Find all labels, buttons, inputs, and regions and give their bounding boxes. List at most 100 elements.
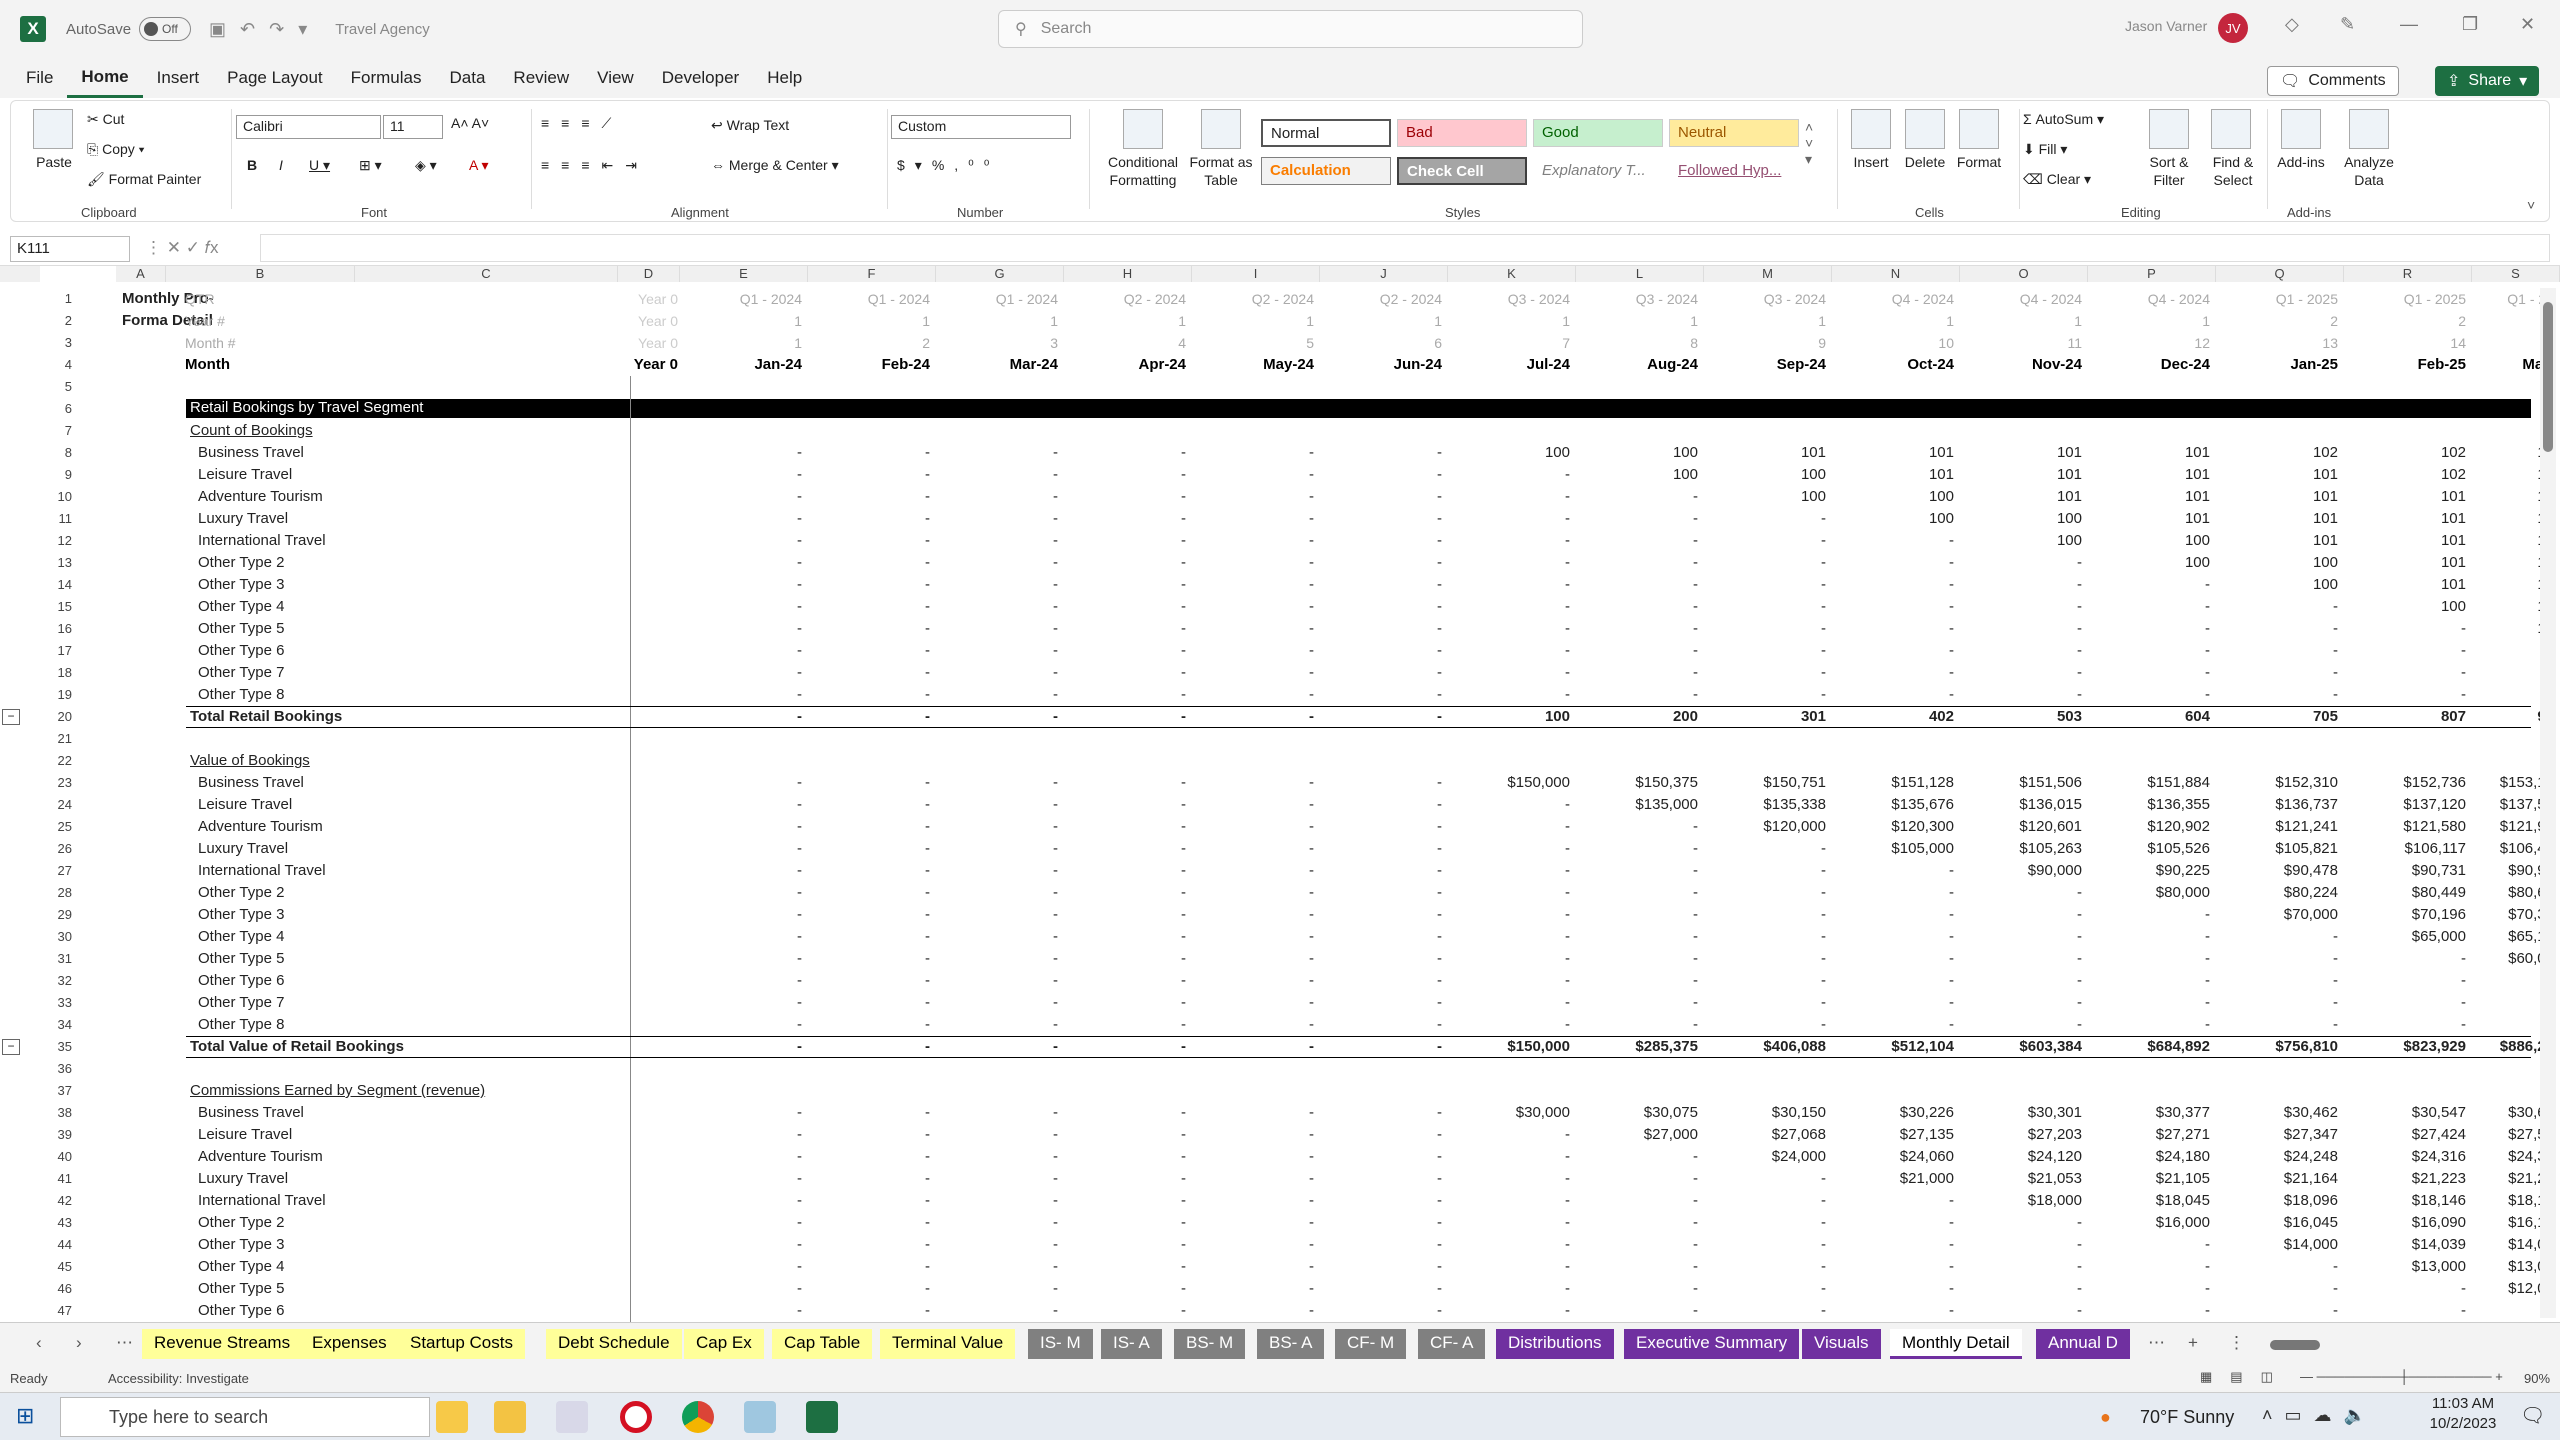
data-cell[interactable]: - [802, 530, 930, 552]
total-cell[interactable]: $512,104 [1826, 1036, 1954, 1058]
data-cell[interactable]: $16,090 [2338, 1212, 2466, 1234]
data-cell[interactable]: - [930, 948, 1058, 970]
column-header-N[interactable]: N [1832, 266, 1960, 282]
data-cell[interactable]: - [1058, 596, 1186, 618]
data-cell[interactable]: - [1570, 1300, 1698, 1322]
data-cell[interactable]: - [802, 860, 930, 882]
data-cell[interactable]: - [1826, 1190, 1954, 1212]
data-cell[interactable]: - [1186, 618, 1314, 640]
row-header-23[interactable]: 23 [22, 772, 78, 794]
data-cell[interactable]: 101 [2082, 442, 2210, 464]
document-title[interactable]: Travel Agency [335, 21, 430, 38]
data-cell[interactable]: - [1570, 684, 1698, 706]
data-cell[interactable]: - [2210, 992, 2338, 1014]
data-cell[interactable]: - [1826, 992, 1954, 1014]
data-cell[interactable]: $136,737 [2210, 794, 2338, 816]
column-header-M[interactable]: M [1704, 266, 1832, 282]
clock-time[interactable]: 11:03 AM [2418, 1395, 2508, 1412]
data-cell[interactable]: - [1186, 1190, 1314, 1212]
name-box[interactable]: K111 [10, 236, 130, 262]
row-header-36[interactable]: 36 [22, 1058, 78, 1080]
outline-collapse-button[interactable]: − [2, 1039, 20, 1055]
data-cell[interactable]: - [1570, 926, 1698, 948]
data-cell[interactable]: - [1442, 530, 1570, 552]
data-cell[interactable]: - [1314, 662, 1442, 684]
total-cell[interactable]: - [1186, 706, 1314, 728]
data-cell[interactable]: - [1826, 860, 1954, 882]
row-header-7[interactable]: 7 [22, 420, 78, 442]
data-cell[interactable]: - [1186, 1212, 1314, 1234]
total-cell[interactable]: 200 [1570, 706, 1698, 728]
windows-start-icon[interactable]: ⊞ [16, 1403, 34, 1429]
font-size-combo[interactable]: 11 [383, 115, 443, 139]
data-cell[interactable]: - [674, 596, 802, 618]
data-cell[interactable]: - [1826, 1234, 1954, 1256]
find-select-button[interactable]: Find & Select [2199, 153, 2267, 189]
segment-label[interactable]: Other Type 8 [198, 684, 498, 706]
autosum-button[interactable]: Σ AutoSum ▾ [2023, 111, 2104, 128]
data-cell[interactable]: - [1058, 442, 1186, 464]
data-cell[interactable]: - [802, 684, 930, 706]
conditional-formatting-icon[interactable] [1123, 109, 1163, 149]
data-cell[interactable]: - [1954, 1278, 2082, 1300]
data-cell[interactable]: - [1570, 970, 1698, 992]
data-cell[interactable]: - [930, 1168, 1058, 1190]
data-cell[interactable]: $30,462 [2210, 1102, 2338, 1124]
data-cell[interactable]: 100 [2082, 552, 2210, 574]
header-cell[interactable]: Q1 - 2025 [2210, 288, 2338, 310]
data-cell[interactable]: - [1570, 662, 1698, 684]
add-sheet-icon[interactable]: + [2176, 1329, 2210, 1359]
cut-button[interactable]: ✂ Cut [87, 111, 124, 128]
total-cell[interactable]: 604 [2082, 706, 2210, 728]
data-cell[interactable]: $105,000 [1826, 838, 1954, 860]
data-cell[interactable]: - [1314, 970, 1442, 992]
data-cell[interactable]: - [1058, 684, 1186, 706]
data-cell[interactable]: - [2210, 970, 2338, 992]
row-header-3[interactable]: 3 [22, 332, 78, 354]
row-header-8[interactable]: 8 [22, 442, 78, 464]
data-cell[interactable]: - [1314, 1212, 1442, 1234]
data-cell[interactable]: - [1570, 530, 1698, 552]
restore-icon[interactable]: ❐ [2462, 14, 2478, 35]
data-cell[interactable]: - [1058, 882, 1186, 904]
data-cell[interactable]: 101 [2338, 552, 2466, 574]
header-cell[interactable]: Nov-24 [1954, 354, 2082, 376]
format-painter-button[interactable]: 🖌 Format Painter [87, 171, 201, 188]
data-cell[interactable]: $30,000 [1442, 1102, 1570, 1124]
data-cell[interactable]: - [674, 442, 802, 464]
data-cell[interactable]: - [1058, 1256, 1186, 1278]
data-cell[interactable]: - [1314, 640, 1442, 662]
total-cell[interactable]: $150,000 [1442, 1036, 1570, 1058]
style-check-cell[interactable]: Check Cell [1397, 157, 1527, 185]
data-cell[interactable]: - [1570, 1278, 1698, 1300]
data-cell[interactable]: - [1058, 618, 1186, 640]
spreadsheet-grid[interactable]: A B C D E F G H I J K L M N O P Q R S 1 2 3 4 5 6 7 8 9 10 11 12 13 14 15… [0, 266, 2560, 1322]
data-cell[interactable]: - [674, 464, 802, 486]
segment-label[interactable]: Other Type 2 [198, 552, 498, 574]
underline-icon[interactable]: U ▾ [309, 157, 330, 174]
data-cell[interactable]: - [930, 574, 1058, 596]
data-cell[interactable]: - [930, 1190, 1058, 1212]
data-cell[interactable]: $152,736 [2338, 772, 2466, 794]
header-cell[interactable]: Q2 - 2024 [1314, 288, 1442, 310]
data-cell[interactable]: - [674, 1146, 802, 1168]
data-cell[interactable]: - [1058, 860, 1186, 882]
data-cell[interactable]: - [2082, 904, 2210, 926]
data-cell[interactable]: - [1442, 662, 1570, 684]
data-cell[interactable]: - [930, 794, 1058, 816]
data-cell[interactable]: - [1314, 442, 1442, 464]
segment-label[interactable]: Other Type 5 [198, 618, 498, 640]
header-cell[interactable]: Q2 - 2024 [1058, 288, 1186, 310]
data-cell[interactable]: - [1570, 1234, 1698, 1256]
row-header-37[interactable]: 37 [22, 1080, 78, 1102]
data-cell[interactable]: - [1314, 926, 1442, 948]
data-cell[interactable]: - [1058, 772, 1186, 794]
data-cell[interactable]: 100 [1442, 442, 1570, 464]
header-label[interactable]: Year # [185, 310, 345, 332]
row-header-9[interactable]: 9 [22, 464, 78, 486]
segment-label[interactable]: International Travel [198, 1190, 498, 1212]
data-cell[interactable]: - [1570, 1256, 1698, 1278]
header-cell[interactable]: 1 [674, 310, 802, 332]
data-cell[interactable]: - [2082, 596, 2210, 618]
tray-icons[interactable]: ˄▭☁🔈 [2262, 1405, 2378, 1426]
